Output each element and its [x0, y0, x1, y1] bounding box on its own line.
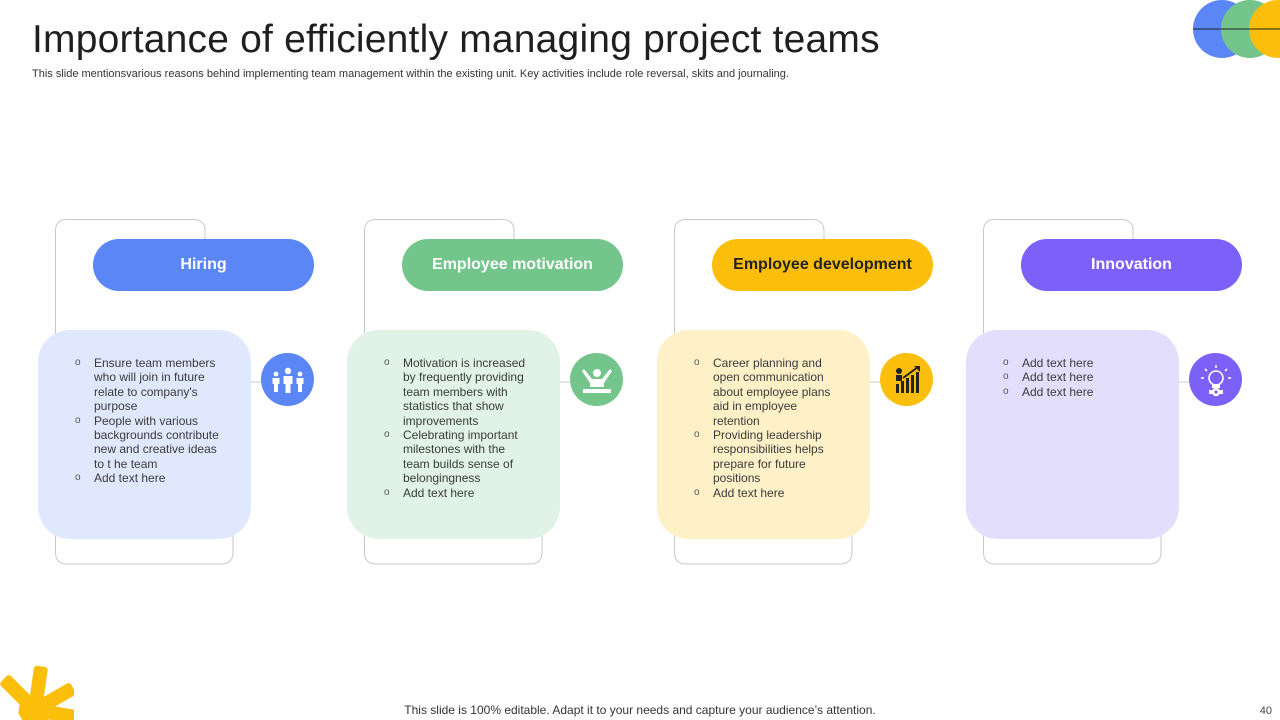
- bullet-item: Celebrating important milestones with th…: [384, 428, 534, 486]
- corner-circles-decoration: [1193, 0, 1280, 58]
- bullet-item: Add text here: [1003, 385, 1153, 400]
- footer-note: This slide is 100% editable. Adapt it to…: [404, 703, 876, 717]
- card-bullet-list: Ensure team members who will join in fut…: [75, 356, 225, 486]
- slide-title: Importance of efficiently managing proje…: [32, 18, 880, 61]
- bullet-item: Add text here: [1003, 356, 1153, 371]
- lightbulb-gear-icon: [1189, 353, 1242, 406]
- card-employee-motivation: Employee motivation Motivation is increa…: [347, 219, 644, 565]
- bullet-item: Ensure team members who will join in fut…: [75, 356, 225, 414]
- bullet-item: Add text here: [694, 486, 844, 501]
- card-bullet-list: Career planning and open communication a…: [694, 356, 844, 500]
- card-employee-development: Employee development Career planning and…: [657, 219, 954, 565]
- card-hiring: Hiring Ensure team members who will join…: [38, 219, 335, 565]
- bullet-item: Add text here: [1003, 370, 1153, 385]
- card-heading: Employee development: [733, 256, 912, 273]
- bullet-item: Add text here: [384, 486, 534, 501]
- page-number: 40: [1259, 705, 1272, 717]
- bullet-item: Career planning and open communication a…: [694, 356, 844, 428]
- slide-subtitle: This slide mentionsvarious reasons behin…: [32, 68, 789, 80]
- card-innovation: Innovation Add text here Add text here A…: [966, 219, 1263, 565]
- card-heading-pill: Employee development: [712, 239, 933, 291]
- card-bullet-list: Motivation is increased by frequently pr…: [384, 356, 534, 500]
- card-heading-pill: Employee motivation: [402, 239, 623, 291]
- card-heading: Hiring: [180, 256, 227, 273]
- bullet-item: People with various backgrounds contribu…: [75, 414, 225, 472]
- motivated-person-icon: [570, 353, 623, 406]
- card-heading-pill: Hiring: [93, 239, 314, 291]
- card-bullet-list: Add text here Add text here Add text her…: [1003, 356, 1153, 400]
- team-people-icon: [261, 353, 314, 406]
- card-heading: Employee motivation: [432, 256, 593, 273]
- bullet-item: Add text here: [75, 471, 225, 486]
- card-heading: Innovation: [1091, 256, 1172, 273]
- card-heading-pill: Innovation: [1021, 239, 1242, 291]
- bullet-item: Providing leadership responsibilities he…: [694, 428, 844, 486]
- growth-chart-icon: [880, 353, 933, 406]
- bullet-item: Motivation is increased by frequently pr…: [384, 356, 534, 428]
